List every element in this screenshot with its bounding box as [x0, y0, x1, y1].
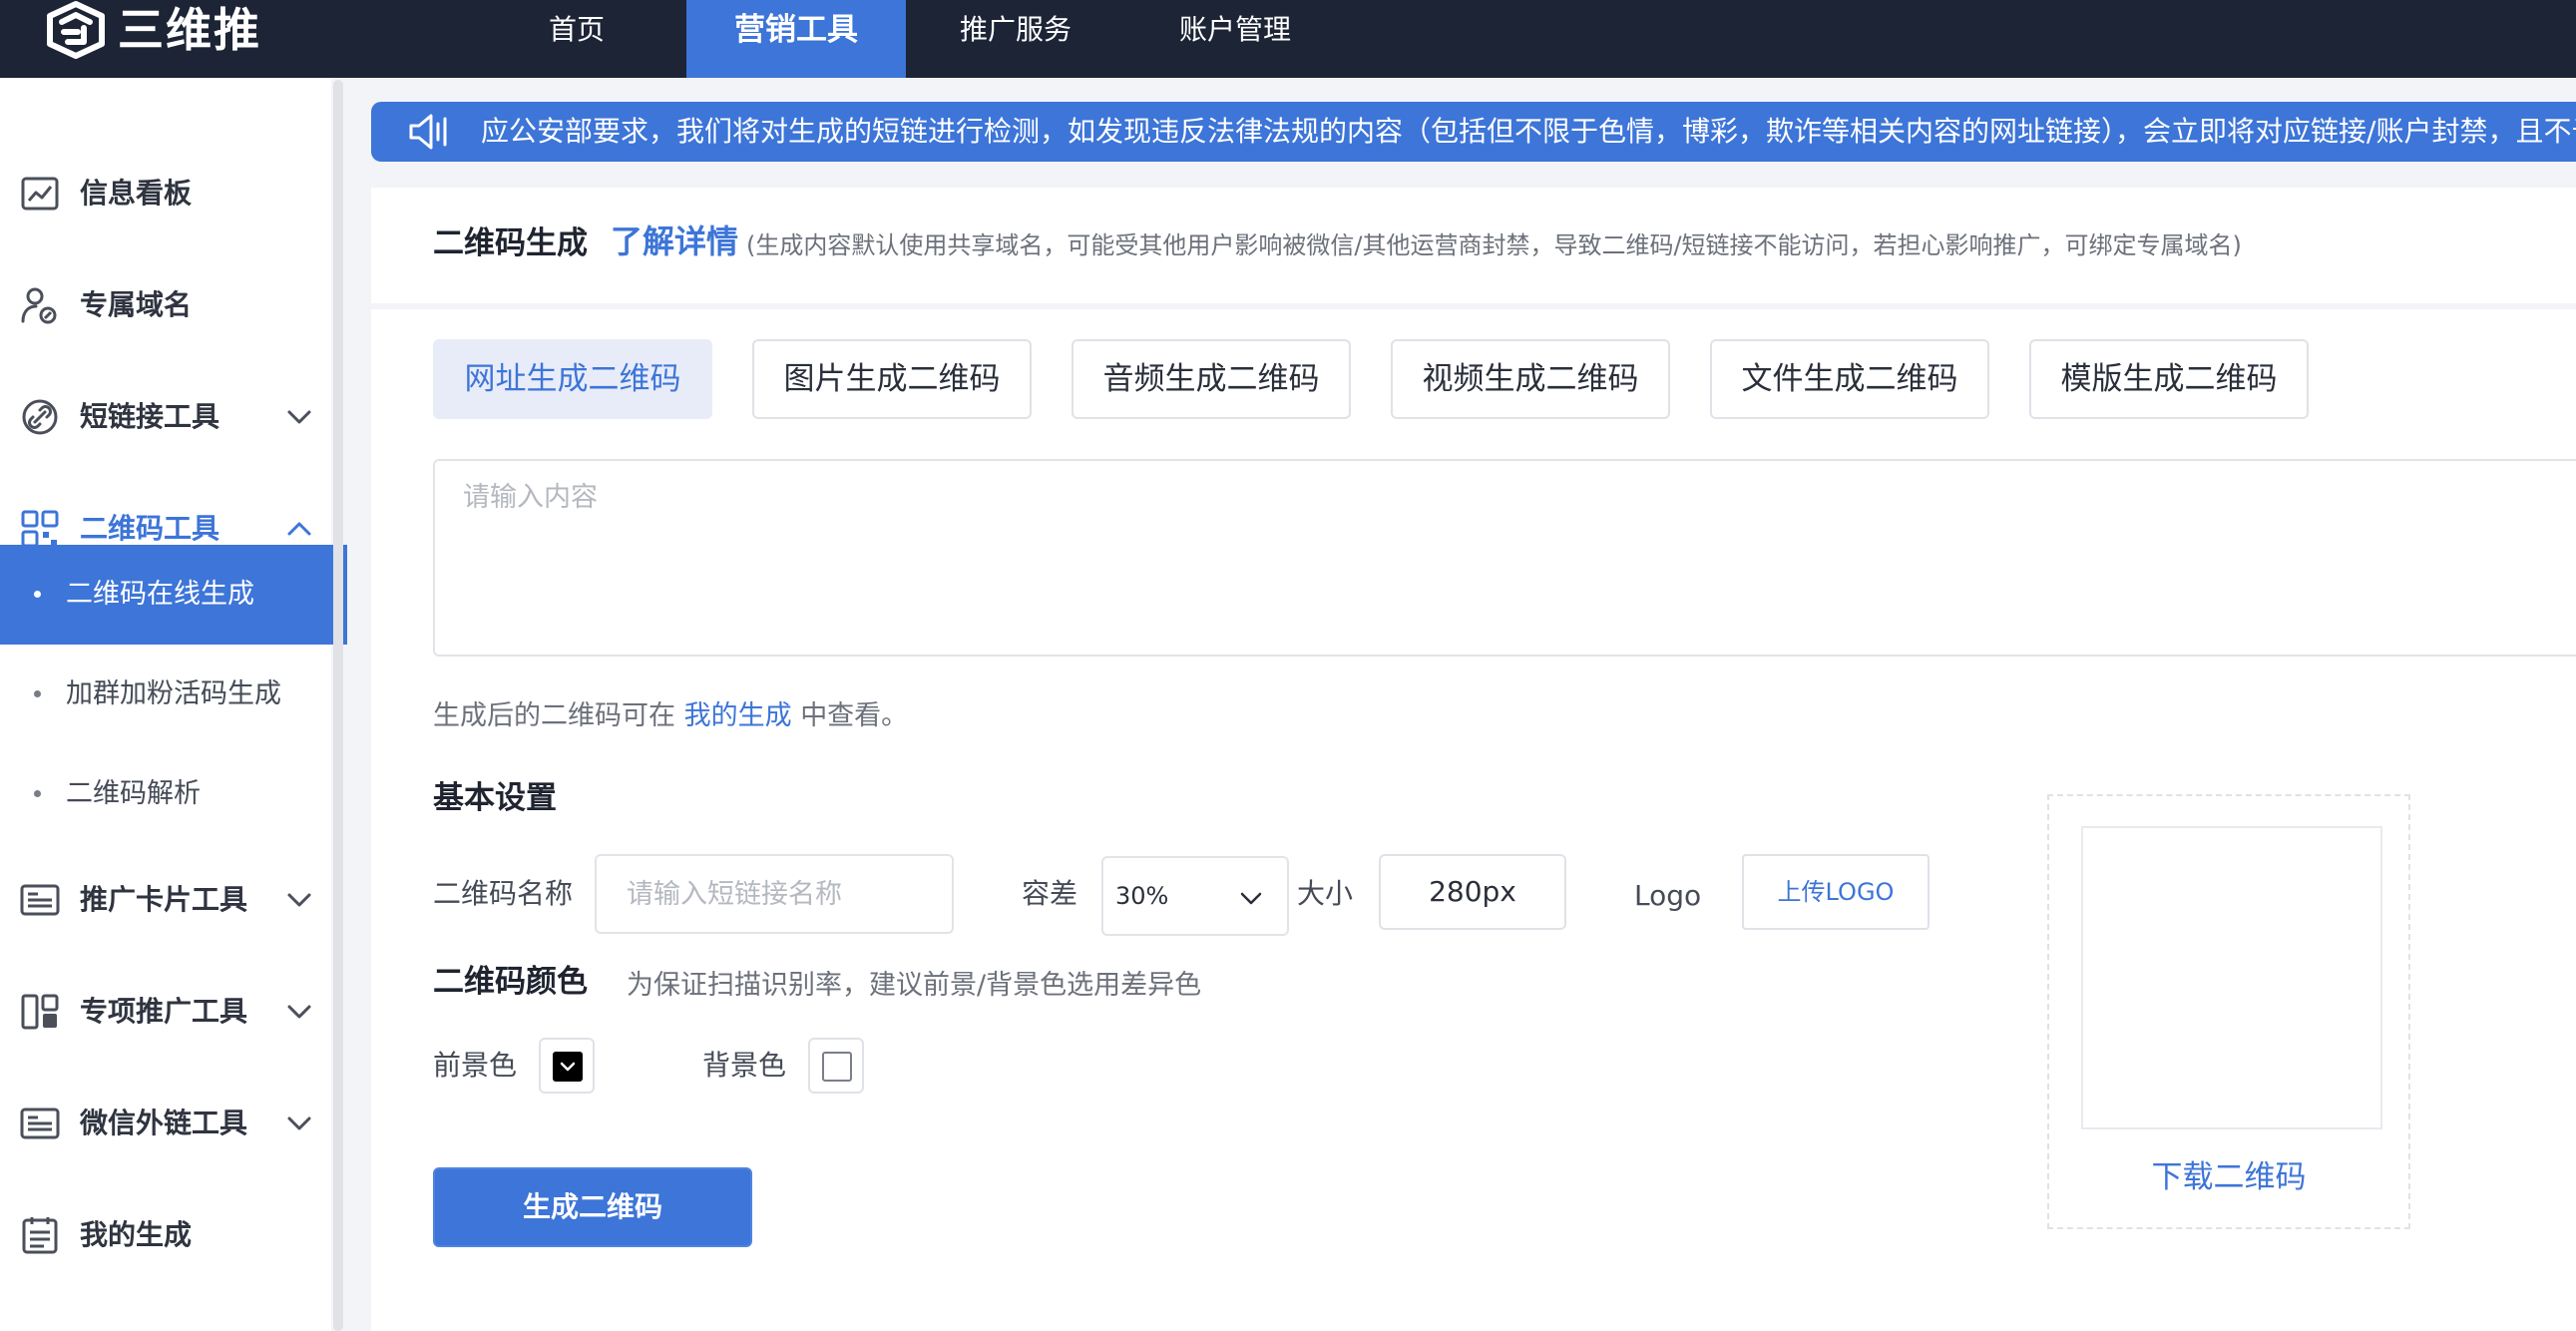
tab-image-qrcode[interactable]: 图片生成二维码	[752, 339, 1032, 419]
background-color-picker[interactable]	[808, 1038, 864, 1094]
bullet-dot	[34, 591, 41, 598]
brand-logo[interactable]: 三维推	[44, 0, 261, 60]
foreground-color-label: 前景色	[433, 1049, 518, 1082]
sidebar-item-promo-card-tools-label: 推广卡片工具	[80, 883, 248, 916]
chevron-down-icon	[287, 410, 311, 424]
generated-hint-suffix: 中查看。	[800, 700, 909, 731]
chevron-down-icon	[1240, 892, 1262, 905]
sidebar-scrollbar[interactable]	[333, 80, 343, 1331]
sidebar-item-my-generated-label: 我的生成	[80, 1218, 193, 1251]
sidebar-item-custom-domain-label: 专属域名	[80, 288, 193, 321]
nav-home[interactable]: 首页	[509, 0, 639, 78]
sidebar-item-dashboard[interactable]: 信息看板	[0, 156, 331, 231]
background-color-label: 背景色	[702, 1049, 787, 1082]
sidebar-subitem-qrcode-decode[interactable]: 二维码解析	[0, 744, 347, 844]
foreground-color-picker[interactable]	[539, 1038, 595, 1094]
sidebar-item-short-link-tools-label: 短链接工具	[80, 400, 220, 433]
nav-marketing-tools-label: 营销工具	[734, 12, 858, 48]
color-hint: 为保证扫描识别率，建议前景/背景色选用差异色	[627, 970, 1202, 1001]
background-color-swatch	[822, 1052, 852, 1082]
notice-text: 应公安部要求，我们将对生成的短链进行检测，如发现违反法律法规的内容（包括但不限于…	[481, 115, 2576, 148]
sidebar-subitem-qrcode-online[interactable]: 二维码在线生成	[0, 545, 347, 645]
bullet-dot	[34, 690, 41, 697]
sidebar-item-custom-domain[interactable]: 专属域名	[0, 267, 331, 343]
generate-qrcode-button[interactable]: 生成二维码	[433, 1167, 752, 1247]
tab-template-qrcode[interactable]: 模版生成二维码	[2029, 339, 2309, 419]
sidebar-item-special-promo-tools-label: 专项推广工具	[80, 995, 248, 1028]
sidebar-item-qrcode-tools-label: 二维码工具	[80, 512, 220, 545]
top-navbar: 三维推 首页 营销工具 推广服务 账户管理	[0, 0, 2576, 78]
qrcode-header-panel: 二维码生成 了解详情 (生成内容默认使用共享域名，可能受其他用户影响被微信/其他…	[371, 188, 2576, 303]
tolerance-label: 容差	[1022, 877, 1078, 910]
chevron-down-icon	[287, 1005, 311, 1019]
tab-file-qrcode[interactable]: 文件生成二维码	[1710, 339, 1989, 419]
logo-cube-icon	[47, 1, 105, 59]
size-input[interactable]: 280px	[1379, 854, 1566, 930]
brand-name: 三维推	[118, 3, 261, 57]
qrcode-icon	[21, 510, 59, 548]
tab-video-qrcode[interactable]: 视频生成二维码	[1391, 339, 1670, 419]
qrcode-form-panel: 网址生成二维码 图片生成二维码 音频生成二维码 视频生成二维码 文件生成二维码 …	[371, 309, 2576, 1331]
wechat-link-icon	[20, 1108, 60, 1139]
sidebar-item-short-link-tools[interactable]: 短链接工具	[0, 379, 331, 455]
sidebar-subitem-group-fan-code[interactable]: 加群加粉活码生成	[0, 645, 347, 744]
sidebar-subitem-qrcode-decode-label: 二维码解析	[66, 778, 201, 809]
chevron-up-icon	[287, 522, 311, 536]
qrcode-name-label: 二维码名称	[433, 877, 574, 910]
learn-more-link[interactable]: 了解详情	[611, 218, 738, 265]
my-generated-link[interactable]: 我的生成	[684, 700, 792, 731]
qrcode-preview-image	[2081, 826, 2382, 1129]
tab-audio-qrcode[interactable]: 音频生成二维码	[1072, 339, 1351, 419]
generated-hint: 生成后的二维码可在 我的生成 中查看。	[433, 696, 908, 736]
sidebar-subitem-qrcode-online-label: 二维码在线生成	[66, 579, 254, 610]
chevron-down-icon	[287, 893, 311, 907]
generated-hint-prefix: 生成后的二维码可在	[433, 700, 675, 731]
list-icon	[22, 1217, 58, 1254]
nav-promotion-services-label: 推广服务	[960, 13, 1073, 46]
card-icon	[20, 884, 60, 916]
sidebar-item-wechat-link-tools-label: 微信外链工具	[80, 1107, 248, 1139]
sidebar-item-wechat-link-tools[interactable]: 微信外链工具	[0, 1086, 331, 1161]
nav-home-label: 首页	[549, 13, 606, 46]
download-qrcode-link[interactable]: 下载二维码	[2049, 1155, 2408, 1199]
chevron-down-icon	[287, 1116, 311, 1130]
tolerance-select-value: 30%	[1115, 882, 1169, 910]
sidebar-subitem-group-fan-code-label: 加群加粉活码生成	[66, 678, 281, 709]
dashboard-icon	[21, 177, 59, 211]
domain-note: (生成内容默认使用共享域名，可能受其他用户影响被微信/其他运营商封禁，导致二维码…	[746, 231, 2242, 259]
nav-marketing-tools[interactable]: 营销工具	[686, 0, 906, 78]
tab-url-qrcode[interactable]: 网址生成二维码	[433, 339, 712, 419]
nav-promotion-services[interactable]: 推广服务	[938, 0, 1087, 78]
size-label: 大小	[1297, 877, 1354, 910]
link-icon	[22, 399, 58, 435]
tolerance-select[interactable]: 30%	[1101, 856, 1289, 936]
sidebar-item-dashboard-label: 信息看板	[80, 177, 193, 210]
sidebar: 信息看板 专属域名 短链接工具 二维码工具 二维码在线生成 加群加粉活码生成 二…	[0, 78, 347, 1331]
layout-icon	[21, 994, 59, 1030]
basic-settings-title: 基本设置	[433, 780, 557, 816]
qrcode-name-input[interactable]	[595, 854, 954, 934]
sidebar-item-special-promo-tools[interactable]: 专项推广工具	[0, 974, 331, 1050]
user-link-icon	[21, 287, 57, 324]
logo-label: Logo	[1634, 879, 1702, 912]
upload-logo-button[interactable]: 上传LOGO	[1742, 854, 1930, 930]
chevron-down-icon	[560, 1062, 576, 1072]
foreground-color-swatch	[553, 1052, 583, 1082]
qrcode-preview: 下载二维码	[2047, 794, 2410, 1229]
sidebar-item-my-generated[interactable]: 我的生成	[0, 1197, 331, 1273]
bullet-dot	[34, 790, 41, 797]
nav-account-management-label: 账户管理	[1179, 13, 1292, 46]
speaker-icon	[409, 114, 447, 150]
content-input[interactable]	[433, 459, 2576, 657]
sidebar-item-promo-card-tools[interactable]: 推广卡片工具	[0, 862, 331, 938]
nav-account-management[interactable]: 账户管理	[1157, 0, 1307, 78]
notice-banner: 应公安部要求，我们将对生成的短链进行检测，如发现违反法律法规的内容（包括但不限于…	[371, 102, 2576, 162]
page-title: 二维码生成	[433, 225, 588, 261]
qrcode-color-title: 二维码颜色	[433, 964, 588, 1000]
